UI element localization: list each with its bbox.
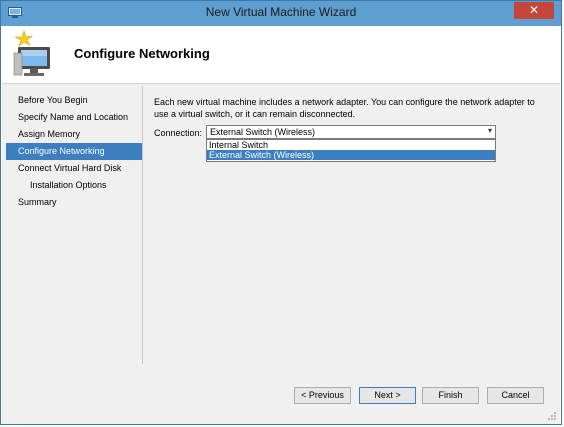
window-title: New Virtual Machine Wizard: [205, 5, 357, 19]
steps-divider: [142, 86, 143, 364]
wizard-window: New Virtual Machine Wizard ✕ Configure N…: [0, 0, 562, 425]
step-assign-memory[interactable]: Assign Memory: [6, 126, 142, 143]
networking-description: Each new virtual machine includes a netw…: [154, 97, 535, 119]
connection-value: External Switch (Wireless): [210, 127, 316, 137]
wizard-steps: Before You Begin Specify Name and Locati…: [6, 92, 142, 211]
step-specify-name-location[interactable]: Specify Name and Location: [6, 109, 142, 126]
connection-label: Connection:: [154, 128, 203, 138]
resize-grip-icon[interactable]: [547, 411, 557, 421]
connection-options-list: Internal Switch External Switch (Wireles…: [206, 139, 496, 162]
connection-dropdown[interactable]: External Switch (Wireless) ▾: [206, 125, 496, 139]
close-button[interactable]: ✕: [514, 2, 554, 19]
wizard-content: Before You Begin Specify Name and Locati…: [2, 84, 560, 375]
step-before-you-begin[interactable]: Before You Begin: [6, 92, 142, 109]
title-bar[interactable]: New Virtual Machine Wizard ✕: [1, 1, 561, 26]
step-connect-virtual-hard-disk[interactable]: Connect Virtual Hard Disk: [6, 160, 142, 177]
wizard-header: Configure Networking: [2, 26, 560, 84]
finish-button[interactable]: Finish: [422, 387, 479, 404]
step-installation-options[interactable]: Installation Options: [6, 177, 142, 194]
chevron-down-icon[interactable]: ▾: [488, 126, 492, 135]
cancel-button[interactable]: Cancel: [487, 387, 544, 404]
option-external-switch-wireless[interactable]: External Switch (Wireless): [207, 150, 495, 160]
wizard-computer-icon: [13, 30, 50, 76]
previous-button[interactable]: < Previous: [294, 387, 351, 404]
page-title: Configure Networking: [74, 46, 210, 61]
wizard-footer: < Previous Next > Finish Cancel: [2, 375, 560, 424]
close-icon: ✕: [528, 3, 540, 17]
step-configure-networking[interactable]: Configure Networking: [6, 143, 142, 160]
step-summary[interactable]: Summary: [6, 194, 142, 211]
next-button[interactable]: Next >: [359, 387, 416, 404]
option-internal-switch[interactable]: Internal Switch: [207, 140, 495, 150]
